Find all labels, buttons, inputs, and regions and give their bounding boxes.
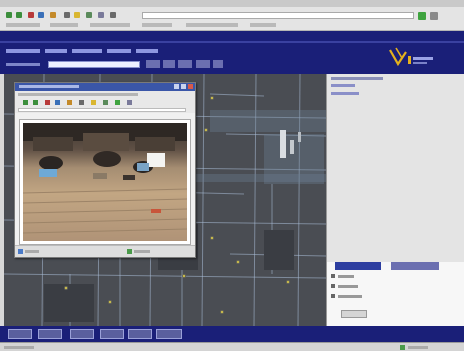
options-button[interactable] (178, 60, 192, 68)
nav-tab[interactable] (6, 49, 40, 53)
popup-tool-button[interactable] (55, 100, 60, 105)
zone-icon (127, 249, 132, 254)
refresh-icon[interactable] (38, 12, 44, 18)
minimize-icon[interactable] (174, 84, 179, 89)
info-panel-title (331, 77, 383, 80)
layer-checkbox[interactable] (331, 294, 335, 298)
map-marker[interactable] (210, 236, 214, 240)
layers-panel (326, 262, 464, 326)
menu-bar (18, 93, 138, 96)
popup-tool-button[interactable] (67, 100, 72, 105)
map-marker[interactable] (286, 280, 290, 284)
search-input[interactable] (48, 61, 140, 68)
zone-text (134, 250, 150, 253)
clear-button[interactable] (163, 60, 175, 68)
link-item[interactable] (50, 23, 78, 27)
refresh-layers-button[interactable] (341, 310, 367, 318)
layer-label (338, 294, 362, 298)
map-marker[interactable] (210, 96, 214, 100)
link-item[interactable] (90, 23, 130, 27)
popup-tool-button[interactable] (103, 100, 108, 105)
status-text (25, 250, 39, 253)
layer-checkbox[interactable] (331, 284, 335, 288)
mail-icon[interactable] (98, 12, 104, 18)
layer-item[interactable] (331, 284, 358, 288)
link-item[interactable] (142, 23, 172, 27)
nav-tab[interactable] (72, 49, 102, 53)
photo-viewer-title-bar[interactable] (15, 83, 195, 91)
search-button[interactable] (146, 60, 160, 68)
popup-tool-button[interactable] (79, 100, 84, 105)
popup-tool-button[interactable] (127, 100, 132, 105)
property-photo (23, 123, 187, 241)
zoom-in-button[interactable] (8, 329, 32, 339)
address-bar[interactable] (142, 12, 414, 19)
info-panel (326, 74, 464, 262)
link-item[interactable] (186, 23, 238, 27)
search-icon[interactable] (64, 12, 70, 18)
link-item[interactable] (250, 23, 276, 27)
map-marker[interactable] (220, 310, 224, 314)
home-icon[interactable] (50, 12, 56, 18)
print-icon[interactable] (110, 12, 116, 18)
popup-tool-button[interactable] (115, 100, 120, 105)
popup-address[interactable] (18, 108, 186, 112)
help-button[interactable] (196, 60, 210, 68)
popup-tool-button[interactable] (91, 100, 96, 105)
map-marker[interactable] (236, 260, 240, 264)
back-icon[interactable] (6, 12, 12, 18)
print-button[interactable] (213, 60, 223, 68)
status-message (4, 346, 34, 349)
history-icon[interactable] (86, 12, 92, 18)
forward-icon[interactable] (16, 12, 22, 18)
photo-frame (19, 119, 191, 245)
stop-icon[interactable] (28, 12, 34, 18)
photo-viewer-toolbar (15, 91, 195, 113)
full-extent-button[interactable] (156, 329, 182, 339)
favorites-icon[interactable] (74, 12, 80, 18)
browser-status-bar (0, 342, 464, 351)
zone-label (408, 346, 428, 349)
links-icon[interactable] (430, 12, 438, 20)
zoom-out-button[interactable] (38, 329, 62, 339)
pan-button[interactable] (70, 329, 94, 339)
header-nav (6, 47, 158, 55)
legend-tab[interactable] (391, 262, 439, 270)
layers-tab[interactable] (335, 262, 381, 270)
maximize-icon[interactable] (181, 84, 186, 89)
photo-viewer-status (15, 245, 195, 257)
info-panel-link[interactable] (331, 92, 359, 95)
popup-tool-button[interactable] (33, 100, 38, 105)
layer-item[interactable] (331, 294, 362, 298)
layer-label (338, 274, 354, 278)
map-tools-bar (0, 326, 464, 342)
app-logo (389, 47, 433, 67)
link-item[interactable] (6, 23, 40, 27)
map-marker[interactable] (64, 286, 68, 290)
map-marker[interactable] (204, 128, 208, 132)
internet-zone-icon (400, 345, 405, 350)
browser-title-bar (0, 0, 464, 7)
layer-label (338, 284, 358, 288)
map-marker[interactable] (182, 274, 186, 278)
map-marker[interactable] (108, 300, 112, 304)
go-icon[interactable] (418, 12, 426, 20)
info-panel-link[interactable] (331, 84, 355, 87)
search-label (6, 63, 40, 66)
nav-tab[interactable] (45, 49, 67, 53)
window-title-text (19, 85, 79, 88)
measure-button[interactable] (128, 329, 152, 339)
links-bar (6, 21, 426, 29)
nav-tab[interactable] (136, 49, 158, 53)
header-stripe (0, 41, 464, 43)
status-icon (18, 249, 23, 254)
layer-checkbox[interactable] (331, 274, 335, 278)
close-icon[interactable] (188, 84, 193, 89)
layer-item[interactable] (331, 274, 354, 278)
popup-tool-button[interactable] (23, 100, 28, 105)
popup-tool-button[interactable] (45, 100, 50, 105)
identify-button[interactable] (100, 329, 124, 339)
photo-viewer-window[interactable] (14, 82, 196, 258)
nav-tab[interactable] (107, 49, 131, 53)
